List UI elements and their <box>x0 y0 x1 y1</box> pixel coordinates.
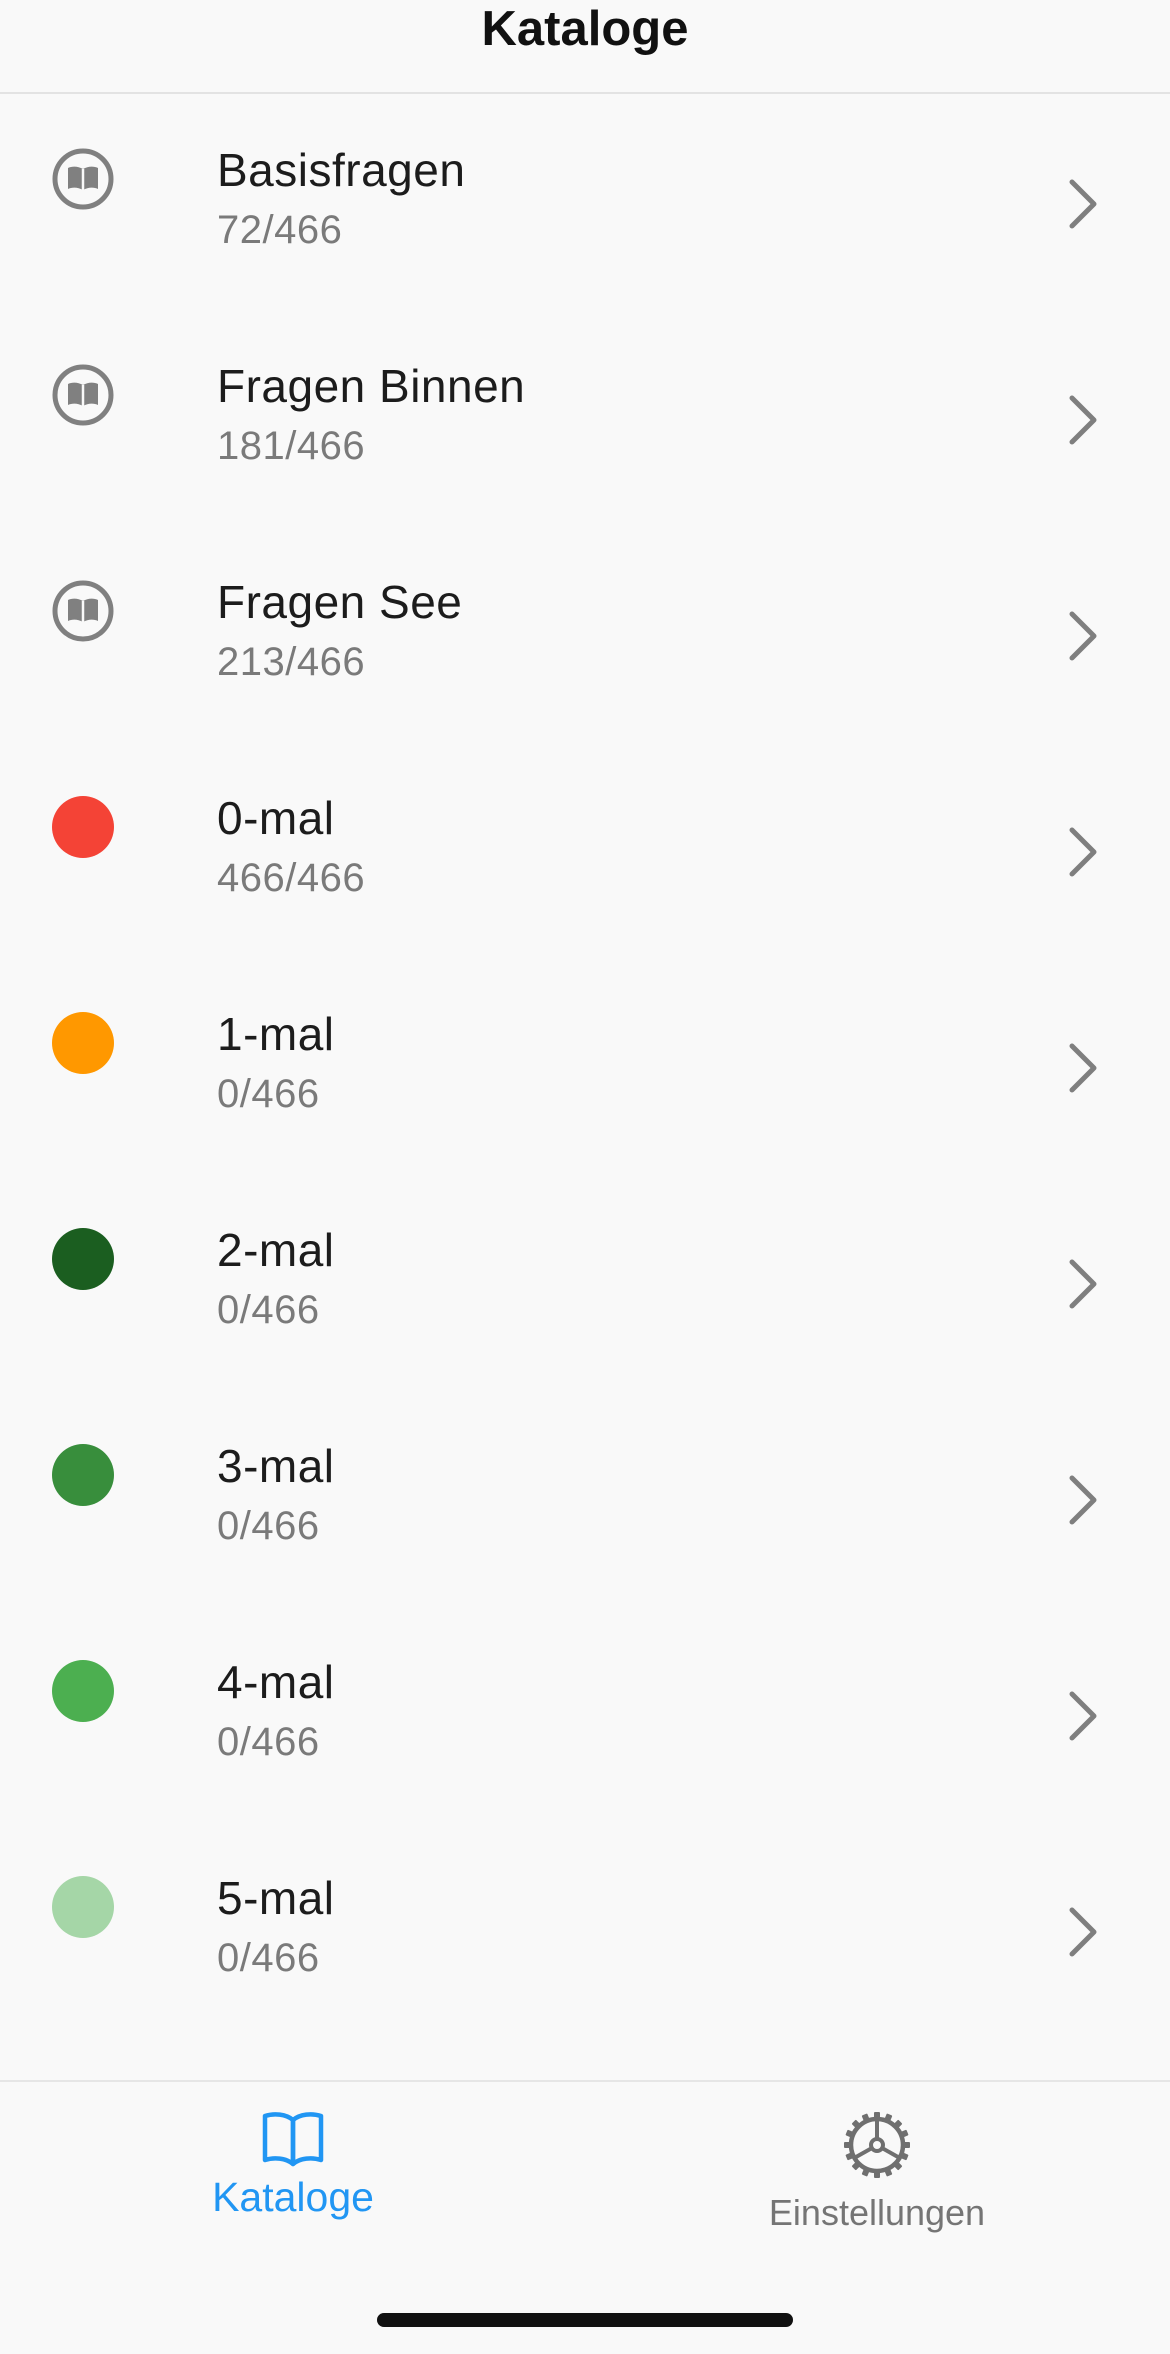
catalog-item-fragen-see[interactable]: Fragen See 213/466 <box>0 526 1170 742</box>
catalog-progress: 181/466 <box>217 424 366 468</box>
catalog-title: 2-mal <box>217 1224 335 1276</box>
catalog-item-4-mal[interactable]: 4-mal 0/466 <box>0 1606 1170 1822</box>
status-dot-icon <box>52 1876 114 1938</box>
catalog-progress: 0/466 <box>217 1072 320 1116</box>
catalog-progress: 0/466 <box>217 1504 320 1548</box>
gear-icon <box>844 2112 910 2178</box>
catalog-item-0-mal[interactable]: 0-mal 466/466 <box>0 742 1170 958</box>
catalog-item-basisfragen[interactable]: Basisfragen 72/466 <box>0 94 1170 310</box>
chevron-right-icon <box>1069 179 1097 229</box>
status-dot-icon <box>52 1228 114 1290</box>
chevron-right-icon <box>1069 395 1097 445</box>
status-dot-icon <box>52 1444 114 1506</box>
tab-kataloge[interactable]: Kataloge <box>143 2110 443 2220</box>
catalog-item-5-mal[interactable]: 5-mal 0/466 <box>0 1822 1170 2038</box>
catalog-title: Fragen Binnen <box>217 360 526 412</box>
book-open-icon <box>262 2112 324 2167</box>
home-indicator <box>377 2313 793 2327</box>
catalog-progress: 466/466 <box>217 856 366 900</box>
catalog-title: 0-mal <box>217 792 335 844</box>
status-dot-icon <box>52 796 114 858</box>
chevron-right-icon <box>1069 1475 1097 1525</box>
book-icon <box>52 364 114 426</box>
book-icon <box>52 148 114 210</box>
catalog-progress: 0/466 <box>217 1288 320 1332</box>
catalog-title: 4-mal <box>217 1656 335 1708</box>
tab-einstellungen[interactable]: Einstellungen <box>727 2110 1027 2236</box>
catalog-progress: 213/466 <box>217 640 366 684</box>
app-header: Kataloge <box>0 0 1170 94</box>
catalog-title: Fragen See <box>217 576 463 628</box>
catalog-list: Basisfragen 72/466 Fragen Binnen 181/466 <box>0 94 1170 2038</box>
chevron-right-icon <box>1069 1691 1097 1741</box>
page-title: Kataloge <box>481 2 689 56</box>
book-icon <box>52 580 114 642</box>
catalog-item-2-mal[interactable]: 2-mal 0/466 <box>0 1174 1170 1390</box>
catalog-title: 3-mal <box>217 1440 335 1492</box>
catalog-title: 5-mal <box>217 1872 335 1924</box>
catalog-item-3-mal[interactable]: 3-mal 0/466 <box>0 1390 1170 1606</box>
catalog-title: 1-mal <box>217 1008 335 1060</box>
catalog-progress: 72/466 <box>217 208 343 252</box>
catalog-item-1-mal[interactable]: 1-mal 0/466 <box>0 958 1170 1174</box>
status-dot-icon <box>52 1012 114 1074</box>
catalog-item-fragen-binnen[interactable]: Fragen Binnen 181/466 <box>0 310 1170 526</box>
tab-einstellungen-label: Einstellungen <box>768 2192 986 2233</box>
chevron-right-icon <box>1069 1907 1097 1957</box>
status-dot-icon <box>52 1660 114 1722</box>
tab-kataloge-label: Kataloge <box>212 2174 374 2220</box>
catalog-progress: 0/466 <box>217 1720 320 1764</box>
chevron-right-icon <box>1069 1043 1097 1093</box>
chevron-right-icon <box>1069 611 1097 661</box>
catalog-progress: 0/466 <box>217 1936 320 1980</box>
chevron-right-icon <box>1069 1259 1097 1309</box>
catalog-title: Basisfragen <box>217 144 466 196</box>
chevron-right-icon <box>1069 827 1097 877</box>
